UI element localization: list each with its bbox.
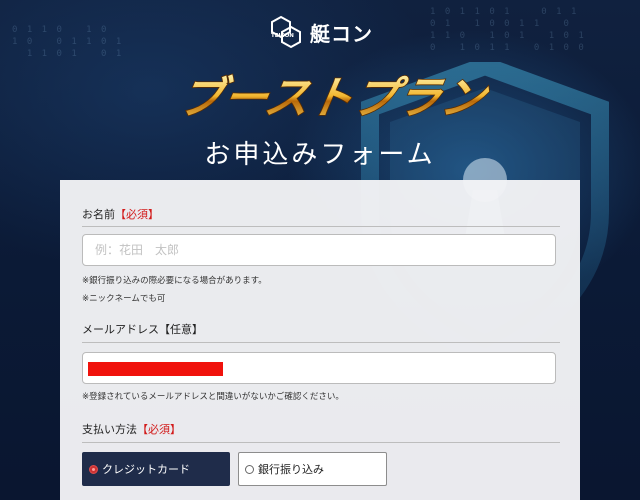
email-note: ※登録されているメールアドレスと間違いがないかご確認ください。 xyxy=(82,392,344,402)
logo-text: 艇コン xyxy=(310,21,373,46)
svg-text:ブーストプラン: ブーストプラン xyxy=(175,73,493,124)
payment-option-label: 銀行振り込み xyxy=(258,463,324,476)
form-title: お申込みフォーム xyxy=(204,140,436,170)
payment-option-label: クレジットカード xyxy=(102,463,190,476)
payment-label: 支払い方法【必須】 xyxy=(82,421,181,437)
radio-selected-icon xyxy=(89,464,98,474)
radio-unselected-icon xyxy=(245,464,254,474)
payment-required-tag: 【必須】 xyxy=(137,423,181,436)
binary-pattern-2: 0 1 1 0 1 0 1 0 0 1 1 0 1 1 1 0 1 0 1 xyxy=(12,25,124,59)
brand-logo: TEICON 艇コン xyxy=(268,14,378,50)
form-panel: お名前【必須】 ※銀行振り込みの際必要になる場合があります。 ※ニックネームでも… xyxy=(60,180,580,500)
name-required-tag: 【必須】 xyxy=(115,208,159,221)
divider xyxy=(82,226,560,227)
name-input[interactable] xyxy=(82,234,556,266)
name-label-text: お名前 xyxy=(82,208,115,221)
name-label: お名前【必須】 xyxy=(82,206,159,222)
logo-mark-icon: TEICON xyxy=(271,15,301,49)
email-redaction xyxy=(88,362,223,376)
email-label: メールアドレス【任意】 xyxy=(82,323,203,336)
name-note-bank: ※銀行振り込みの際必要になる場合があります。 xyxy=(82,276,267,286)
payment-option-bank-transfer[interactable]: 銀行振り込み xyxy=(238,452,387,486)
svg-text:TEICON: TEICON xyxy=(271,33,294,39)
plan-title: ブーストプラン xyxy=(174,73,494,125)
binary-pattern: 1 0 1 1 0 1 0 1 1 0 1 1 0 0 1 1 0 1 1 0 … xyxy=(430,7,586,53)
payment-option-credit-card[interactable]: クレジットカード xyxy=(82,452,230,486)
divider xyxy=(82,442,560,443)
divider xyxy=(82,342,560,343)
payment-label-text: 支払い方法 xyxy=(82,423,137,436)
name-note-nickname: ※ニックネームでも可 xyxy=(82,294,166,304)
